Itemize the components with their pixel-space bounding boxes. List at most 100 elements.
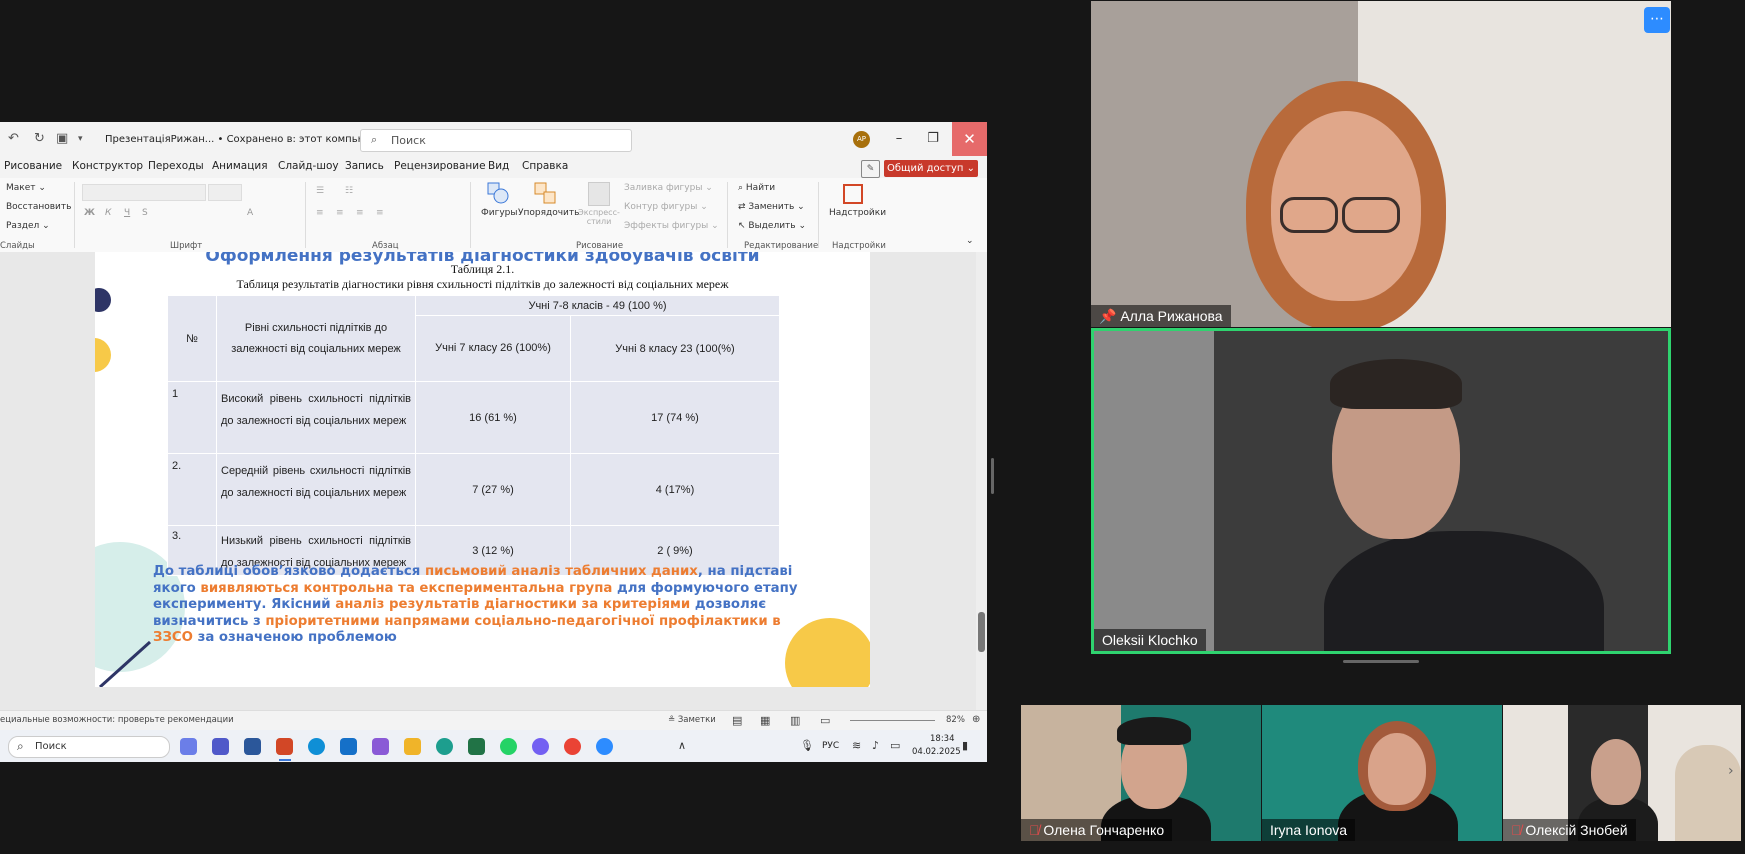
- align-center-icon[interactable]: ≡: [336, 208, 344, 218]
- viber-icon[interactable]: [532, 738, 549, 755]
- video-tile[interactable]: › 🎙̸ Олексій Знобей: [1503, 705, 1741, 841]
- tab-drawing[interactable]: Рисование: [4, 160, 62, 172]
- clock-date[interactable]: 04.02.2025: [912, 747, 961, 757]
- collapse-ribbon-icon[interactable]: ⌄: [966, 236, 974, 246]
- tab-view[interactable]: Вид: [488, 160, 509, 172]
- shape-effects-button[interactable]: Эффекты фигуры ⌄: [624, 221, 719, 231]
- font-name-select[interactable]: [82, 184, 206, 201]
- search-box[interactable]: ⌕ Поиск: [360, 129, 632, 152]
- zoom-icon[interactable]: [596, 738, 613, 755]
- edge-icon[interactable]: [308, 738, 325, 755]
- quick-styles-icon[interactable]: [588, 182, 610, 206]
- find-button[interactable]: ⌕ Найти: [738, 183, 775, 193]
- powerpoint-icon[interactable]: [276, 738, 293, 755]
- next-page-icon[interactable]: ›: [1728, 763, 1734, 779]
- ribbon: Макет ⌄ Восстановить Раздел ⌄ Слайды Ж К…: [0, 178, 987, 253]
- slide[interactable]: Оформлення результатів діагностики здобу…: [95, 252, 870, 687]
- row-no: 2.: [167, 453, 217, 526]
- present-icon[interactable]: ▣: [56, 131, 68, 146]
- italic-icon[interactable]: К: [105, 208, 111, 218]
- tab-review[interactable]: Рецензирование: [394, 160, 486, 172]
- tray-chevron-icon[interactable]: ∧: [678, 739, 686, 752]
- comments-button[interactable]: ✎: [861, 160, 880, 178]
- shapes-icon[interactable]: [487, 182, 509, 204]
- shape-outline-button[interactable]: Контур фигуры ⌄: [624, 202, 708, 212]
- user-avatar[interactable]: АР: [853, 131, 870, 148]
- share-button[interactable]: Общий доступ ⌄: [884, 160, 978, 177]
- arrange-icon[interactable]: [534, 182, 556, 204]
- font-color-icon[interactable]: A: [247, 208, 253, 218]
- justify-icon[interactable]: ≡: [376, 208, 384, 218]
- search-icon: ⌕: [17, 739, 24, 753]
- align-right-icon[interactable]: ≡: [356, 208, 364, 218]
- tab-slideshow[interactable]: Слайд-шоу: [278, 160, 339, 172]
- clock-time[interactable]: 18:34: [930, 734, 955, 744]
- slideshow-view-icon[interactable]: ▭: [820, 714, 830, 727]
- tile-resize-handle[interactable]: [1343, 660, 1419, 663]
- table-title: Таблиця результатів діагностики рівня сх…: [236, 277, 729, 291]
- armchair: [1675, 745, 1741, 841]
- sorter-view-icon[interactable]: ▦: [760, 714, 770, 727]
- teams-icon[interactable]: [212, 738, 229, 755]
- numbering-icon[interactable]: ☷: [345, 186, 353, 196]
- zoom-level[interactable]: 82%: [946, 715, 965, 725]
- zoom-slider[interactable]: [850, 720, 935, 721]
- folder-icon[interactable]: [404, 738, 421, 755]
- font-size-select[interactable]: [208, 184, 242, 201]
- section-button[interactable]: Раздел ⌄: [6, 221, 50, 231]
- notes-button[interactable]: ≗ Заметки: [668, 715, 716, 725]
- notifications-icon[interactable]: ▮: [962, 739, 968, 752]
- select-button[interactable]: ↖ Выделить ⌄: [738, 221, 806, 231]
- app-icon[interactable]: [436, 738, 453, 755]
- tab-help[interactable]: Справка: [522, 160, 568, 172]
- video-tile[interactable]: ⋯ 📌 Алла Рижанова: [1091, 1, 1671, 327]
- layout-button[interactable]: Макет ⌄: [6, 183, 46, 193]
- video-tile[interactable]: Iryna Ionova: [1262, 705, 1502, 841]
- reading-view-icon[interactable]: ▥: [790, 714, 800, 727]
- more-options-icon[interactable]: ⋯: [1644, 7, 1670, 33]
- addins-icon[interactable]: [843, 184, 863, 204]
- replace-button[interactable]: ⇄ Заменить ⌄: [738, 202, 805, 212]
- word-icon[interactable]: [244, 738, 261, 755]
- normal-view-icon[interactable]: ▤: [732, 714, 742, 727]
- redo-icon[interactable]: ↻: [34, 131, 45, 146]
- minimize-button[interactable]: –: [884, 127, 914, 151]
- language-indicator[interactable]: РУС: [822, 741, 839, 751]
- vertical-scrollbar[interactable]: [976, 252, 987, 712]
- accessibility-status[interactable]: ециальные возможности: проверьте рекомен…: [0, 715, 234, 725]
- volume-icon[interactable]: ♪: [872, 739, 879, 752]
- tab-design[interactable]: Конструктор: [72, 160, 143, 172]
- excel-icon[interactable]: [468, 738, 485, 755]
- battery-icon[interactable]: ▭: [890, 739, 900, 752]
- document-title[interactable]: ПрезентаціяРижан... • Сохранено в: этот …: [105, 134, 396, 145]
- bold-icon[interactable]: Ж: [84, 208, 95, 218]
- store-icon[interactable]: [372, 738, 389, 755]
- mail-icon[interactable]: [340, 738, 357, 755]
- undo-icon[interactable]: ↶: [8, 131, 19, 146]
- tab-transitions[interactable]: Переходы: [148, 160, 204, 172]
- chrome-icon[interactable]: [564, 738, 581, 755]
- active-speaker-tile[interactable]: Oleksii Klochko: [1091, 328, 1671, 654]
- scrollbar-thumb[interactable]: [978, 612, 985, 652]
- bullets-icon[interactable]: ☰: [316, 186, 324, 196]
- reset-button[interactable]: Восстановить: [6, 202, 71, 212]
- align-left-icon[interactable]: ≡: [316, 208, 324, 218]
- video-tile[interactable]: 🎙̸ Олена Гончаренко: [1021, 705, 1261, 841]
- shape-fill-button[interactable]: Заливка фигуры ⌄: [624, 183, 713, 193]
- tab-record[interactable]: Запись: [345, 160, 384, 172]
- participant-hair: [1330, 359, 1462, 409]
- restore-button[interactable]: ❐: [918, 127, 948, 151]
- underline-icon[interactable]: Ч: [124, 208, 130, 218]
- taskbar-search[interactable]: ⌕ Поиск: [8, 736, 170, 758]
- microphone-icon[interactable]: 🎙: [800, 739, 814, 752]
- splitter-handle[interactable]: [991, 458, 994, 494]
- copilot-icon[interactable]: [180, 738, 197, 755]
- shadow-icon[interactable]: S: [142, 208, 148, 218]
- tab-animation[interactable]: Анимация: [212, 160, 268, 172]
- wifi-icon[interactable]: ≋: [852, 739, 861, 752]
- whatsapp-icon[interactable]: [500, 738, 517, 755]
- customize-icon[interactable]: ▾: [78, 134, 83, 144]
- windows-taskbar: ⌕ Поиск ∧ 🎙 РУС ≋ ♪ ▭ 18:34 04.02.2025 ▮: [0, 730, 987, 762]
- fit-slide-icon[interactable]: ⊕: [972, 714, 980, 725]
- close-button[interactable]: ✕: [952, 122, 987, 156]
